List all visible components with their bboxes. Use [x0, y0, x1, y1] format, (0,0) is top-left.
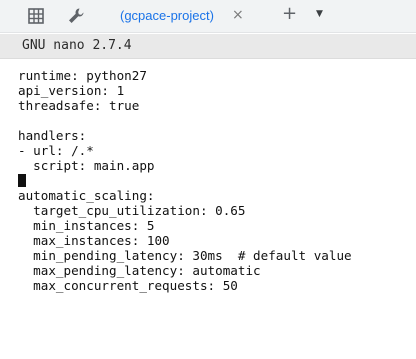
code-line: runtime: python27 [18, 68, 147, 83]
code-line: max_pending_latency: automatic [18, 263, 261, 278]
text-cursor [18, 174, 26, 187]
code-line: min_instances: 5 [18, 218, 155, 233]
code-line: api_version: 1 [18, 83, 125, 98]
code-line: target_cpu_utilization: 0.65 [18, 203, 246, 218]
tab-title[interactable]: (gcpace-project) [120, 8, 214, 23]
editor-area[interactable]: runtime: python27 api_version: 1 threads… [0, 60, 416, 359]
nano-header-bar: GNU nano 2.7.4 [0, 34, 416, 59]
cloud-shell-window: (gcpace-project) × + ▼ GNU nano 2.7.4 ru… [0, 0, 416, 359]
tab-menu-chevron-icon[interactable]: ▼ [316, 8, 323, 20]
code-line: handlers: [18, 128, 87, 143]
cursor-line [18, 173, 352, 188]
code-line: threadsafe: true [18, 98, 140, 113]
tab-bar: (gcpace-project) × + ▼ [0, 0, 416, 33]
code-line: max_instances: 100 [18, 233, 170, 248]
code-line: max_concurrent_requests: 50 [18, 278, 238, 293]
tab-close-icon[interactable]: × [232, 7, 244, 23]
nano-version-title: GNU nano 2.7.4 [22, 38, 132, 53]
wrench-icon[interactable] [66, 6, 86, 26]
code-line: - url: /.* [18, 143, 94, 158]
grid-icon[interactable] [26, 6, 46, 26]
code-line: automatic_scaling: [18, 188, 155, 203]
code-line: script: main.app [18, 158, 155, 173]
code-line: min_pending_latency: 30ms # default valu… [18, 248, 352, 263]
new-tab-button[interactable]: + [282, 4, 297, 24]
file-content[interactable]: runtime: python27 api_version: 1 threads… [18, 68, 352, 293]
